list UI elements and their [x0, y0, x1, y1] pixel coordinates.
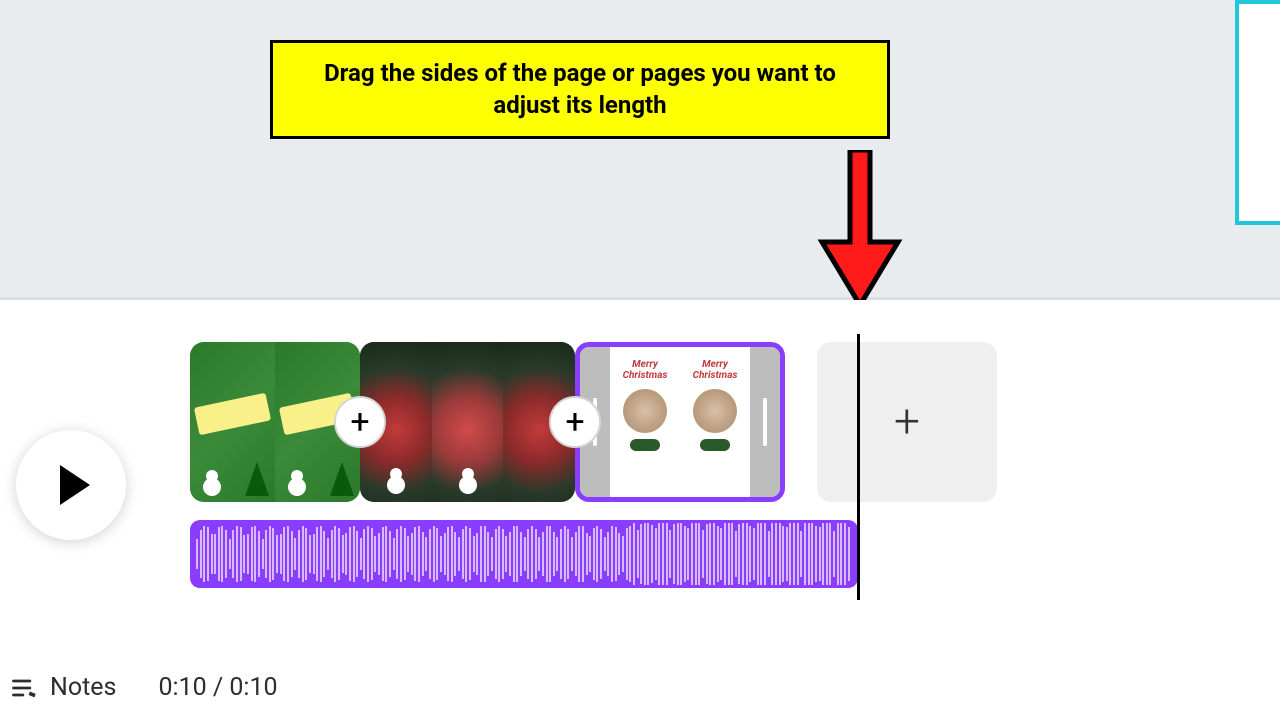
timeline-panel: + + MerryChristmas MerryChristmas + [0, 300, 1280, 720]
clip-resize-handle-right[interactable] [750, 347, 780, 497]
timeline-row: + + MerryChristmas MerryChristmas + [0, 328, 1280, 588]
clip-thumb [432, 342, 504, 502]
audio-waveform [190, 520, 858, 588]
clips-container: + + MerryChristmas MerryChristmas + [190, 342, 997, 502]
footer-bar: Notes 0:10 / 0:10 [10, 673, 278, 702]
timeline-clip-3-selected[interactable]: MerryChristmas MerryChristmas [575, 342, 785, 502]
canvas-page-edge[interactable] [1235, 0, 1280, 225]
notes-button[interactable]: Notes [50, 673, 116, 702]
add-transition-button[interactable]: + [549, 396, 601, 448]
add-page-button[interactable]: + [817, 342, 997, 502]
clip-thumb: MerryChristmas MerryChristmas [610, 347, 750, 497]
instruction-callout: Drag the sides of the page or pages you … [270, 40, 890, 139]
audio-track[interactable] [190, 520, 858, 588]
timeline-clip-2[interactable] [360, 342, 575, 502]
arrow-down-icon [810, 150, 910, 314]
play-button[interactable] [16, 430, 126, 540]
notes-icon [10, 674, 38, 702]
time-display: 0:10 / 0:10 [158, 673, 277, 702]
add-transition-button[interactable]: + [334, 396, 386, 448]
clip-thumb [190, 342, 275, 502]
play-icon [60, 465, 90, 505]
canvas-area: Drag the sides of the page or pages you … [0, 0, 1280, 300]
playhead[interactable] [857, 334, 860, 600]
